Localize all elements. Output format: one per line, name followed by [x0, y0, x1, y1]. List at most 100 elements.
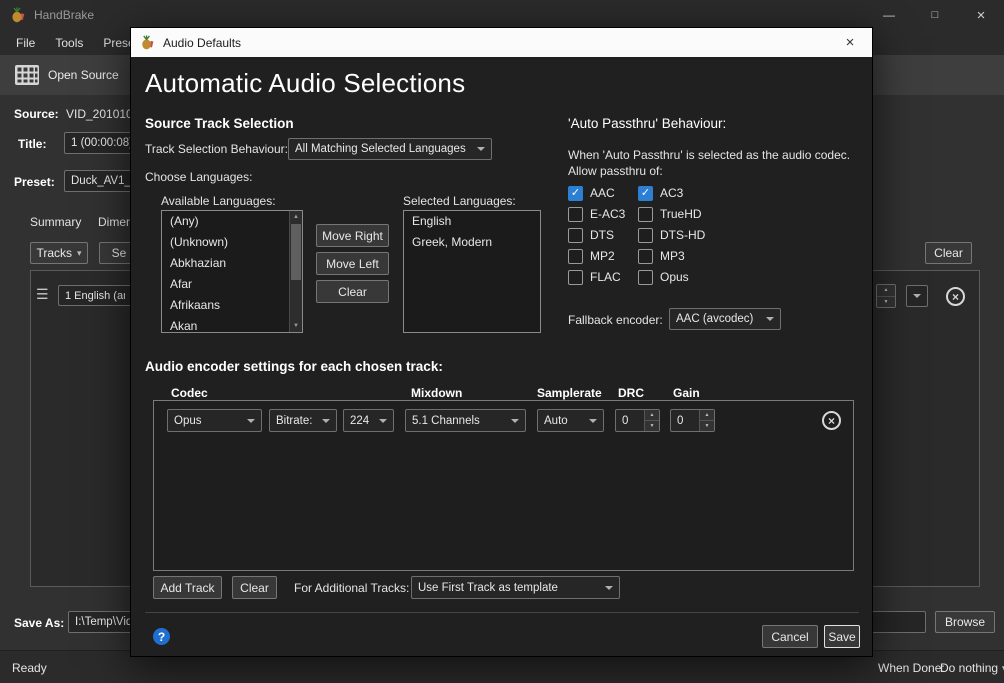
auto-passthru-heading: 'Auto Passthru' Behaviour:	[568, 116, 726, 131]
list-item[interactable]: Abkhazian	[162, 253, 302, 274]
handbrake-window: HandBrake — □ × File Tools Presets	[0, 0, 1004, 683]
save-button[interactable]: Save	[824, 625, 860, 648]
list-item[interactable]: (Unknown)	[162, 232, 302, 253]
help-button[interactable]: ?	[153, 628, 170, 645]
track-mini-select[interactable]	[906, 285, 928, 307]
track-remove-button[interactable]: ×	[946, 287, 965, 306]
col-drc: DRC	[618, 386, 644, 400]
drag-handle-icon[interactable]: ☰	[36, 286, 49, 303]
passthru-desc-line2: Allow passthru of:	[568, 164, 663, 178]
menu-tools[interactable]: Tools	[47, 33, 91, 53]
menu-file[interactable]: File	[8, 33, 43, 53]
drc-spinner[interactable]: 0 ▲ ▼	[615, 409, 660, 432]
tracks-clear-button[interactable]: Clear	[232, 576, 277, 599]
passthru-checkbox-flac[interactable]: FLAC	[568, 269, 638, 285]
move-right-button[interactable]: Move Right	[316, 224, 389, 247]
open-source-label: Open Source	[48, 68, 119, 82]
scrollbar[interactable]: ▲ ▼	[289, 211, 302, 332]
spin-down-icon[interactable]: ▼	[877, 297, 895, 308]
tracks-button[interactable]: Tracks ▾	[30, 242, 88, 264]
col-mixdown: Mixdown	[411, 386, 462, 400]
checkbox-icon[interactable]	[568, 228, 583, 243]
spin-down-icon[interactable]: ▼	[700, 421, 714, 431]
additional-tracks-select[interactable]: Use First Track as template	[411, 576, 620, 599]
save-as-input[interactable]: I:\Temp\Vid	[68, 611, 134, 633]
passthru-checkbox-aac[interactable]: AAC	[568, 185, 638, 201]
spin-up-icon[interactable]: ▲	[877, 285, 895, 297]
passthru-checkbox-mp3[interactable]: MP3	[638, 248, 705, 264]
scroll-down-icon[interactable]: ▼	[290, 320, 302, 332]
passthru-checkbox-ac3[interactable]: AC3	[638, 185, 705, 201]
checkbox-icon[interactable]	[638, 207, 653, 222]
spin-up-icon[interactable]: ▲	[700, 410, 714, 421]
chevron-down-icon	[477, 147, 485, 151]
checkbox-icon[interactable]	[638, 186, 653, 201]
codec-select[interactable]: Opus	[167, 409, 262, 432]
passthru-checkbox-truehd[interactable]: TrueHD	[638, 206, 705, 222]
main-clear-button[interactable]: Clear	[925, 242, 972, 264]
gain-spinner[interactable]: 0 ▲ ▼	[670, 409, 715, 432]
browse-button[interactable]: Browse	[935, 611, 995, 633]
additional-tracks-label: For Additional Tracks:	[294, 581, 409, 595]
scroll-up-icon[interactable]: ▲	[290, 211, 302, 223]
checkbox-icon[interactable]	[568, 270, 583, 285]
behaviour-select[interactable]: All Matching Selected Languages	[288, 138, 492, 160]
passthru-checkbox-dts[interactable]: DTS	[568, 227, 638, 243]
footer-divider	[145, 612, 859, 613]
bitrate-select[interactable]: 224	[343, 409, 394, 432]
list-item[interactable]: Akan	[162, 316, 302, 333]
chevron-down-icon	[766, 317, 774, 321]
chevron-down-icon	[247, 419, 255, 423]
checkbox-icon[interactable]	[568, 186, 583, 201]
list-item[interactable]: Afrikaans	[162, 295, 302, 316]
maximize-button[interactable]: □	[912, 0, 958, 30]
spin-up-icon[interactable]: ▲	[645, 410, 659, 421]
checkbox-icon[interactable]	[638, 270, 653, 285]
chevron-down-icon	[913, 294, 921, 298]
open-source-button[interactable]: Open Source	[4, 58, 129, 92]
minimize-button[interactable]: —	[866, 0, 912, 30]
passthru-checkbox-grid: AAC AC3 E-AC3 TrueHD DTS DTS-HD	[568, 185, 705, 285]
track-source-select[interactable]: 1 English (am	[58, 285, 132, 306]
add-track-button[interactable]: Add Track	[153, 576, 222, 599]
film-slate-icon	[14, 64, 40, 86]
track-gain-spinner[interactable]: ▲ ▼	[876, 284, 896, 308]
move-left-button[interactable]: Move Left	[316, 252, 389, 275]
titlebar: HandBrake — □ ×	[0, 0, 1004, 30]
dialog-close-button[interactable]: ×	[828, 28, 872, 57]
mixdown-select[interactable]: 5.1 Channels	[405, 409, 526, 432]
app-title: HandBrake	[34, 8, 94, 22]
available-languages-list: (Any) (Unknown) Abkhazian Afar Afrikaans…	[161, 210, 303, 333]
rate-type-select[interactable]: Bitrate:	[269, 409, 337, 432]
title-label: Title:	[18, 137, 46, 151]
checkbox-icon[interactable]	[638, 228, 653, 243]
passthru-checkbox-dtshd[interactable]: DTS-HD	[638, 227, 705, 243]
fallback-encoder-label: Fallback encoder:	[568, 313, 663, 327]
list-item[interactable]: Afar	[162, 274, 302, 295]
fallback-encoder-select[interactable]: AAC (avcodec)	[669, 308, 781, 330]
list-item[interactable]: Greek, Modern	[404, 232, 540, 253]
col-samplerate: Samplerate	[537, 386, 602, 400]
checkbox-icon[interactable]	[638, 249, 653, 264]
dialog-titlebar: Audio Defaults ×	[131, 28, 872, 57]
handbrake-logo-icon	[140, 35, 155, 50]
close-button[interactable]: ×	[958, 0, 1004, 30]
passthru-checkbox-opus[interactable]: Opus	[638, 269, 705, 285]
checkbox-icon[interactable]	[568, 249, 583, 264]
checkbox-icon[interactable]	[568, 207, 583, 222]
choose-languages-label: Choose Languages:	[145, 170, 252, 184]
tab-summary[interactable]: Summary	[30, 215, 81, 229]
when-done-select[interactable]: Do nothing ▾	[940, 661, 1004, 675]
spin-down-icon[interactable]: ▼	[645, 421, 659, 431]
list-item[interactable]: English	[404, 211, 540, 232]
passthru-checkbox-eac3[interactable]: E-AC3	[568, 206, 638, 222]
passthru-checkbox-mp2[interactable]: MP2	[568, 248, 638, 264]
samplerate-select[interactable]: Auto	[537, 409, 604, 432]
remove-track-button[interactable]: ×	[822, 411, 841, 430]
dropdown-arrow-icon: ▾	[77, 248, 82, 259]
cancel-button[interactable]: Cancel	[762, 625, 818, 648]
status-text: Ready	[12, 661, 47, 675]
scrollbar-thumb[interactable]	[291, 224, 301, 280]
languages-clear-button[interactable]: Clear	[316, 280, 389, 303]
list-item[interactable]: (Any)	[162, 211, 302, 232]
